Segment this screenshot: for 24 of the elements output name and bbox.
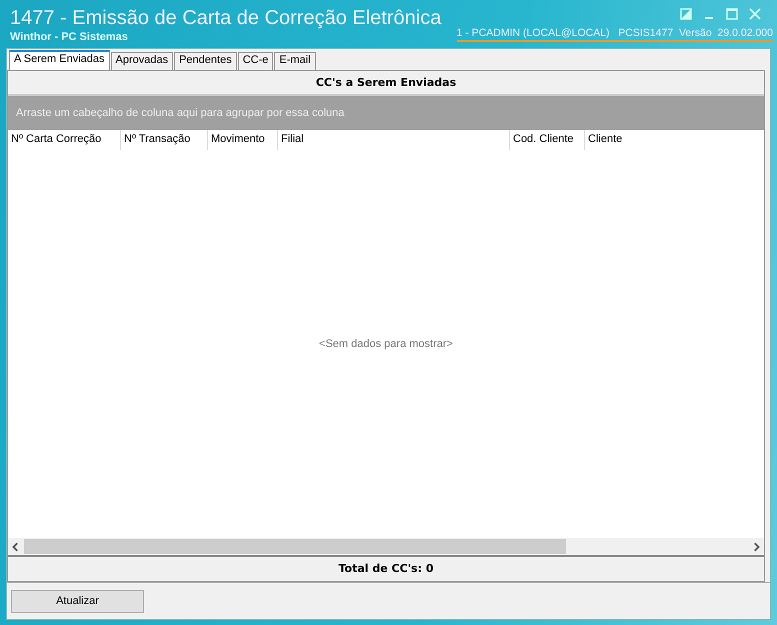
grid-title: CC's a Serem Enviadas <box>8 71 764 96</box>
maximize-icon[interactable] <box>726 8 738 20</box>
column-header[interactable]: Filial <box>278 130 510 150</box>
tab[interactable]: E-mail <box>274 52 316 70</box>
app-name: Winthor - PC Sistemas <box>10 31 129 43</box>
tab[interactable]: CC-e <box>238 52 274 70</box>
column-header[interactable]: Cod. Cliente <box>510 130 585 150</box>
column-header[interactable]: Nº Carta Correção <box>8 130 121 150</box>
empty-message: <Sem dados para mostrar> <box>319 338 453 350</box>
tab[interactable]: Aprovadas <box>110 52 174 70</box>
column-header[interactable]: Cliente <box>585 130 764 150</box>
total-count: Total de CC's: 0 <box>8 557 764 581</box>
theme-icon[interactable] <box>680 8 692 20</box>
close-icon[interactable] <box>749 8 761 20</box>
scroll-thumb[interactable] <box>24 539 566 554</box>
tab[interactable]: A Serem Enviadas <box>9 50 110 70</box>
group-hint: Arraste um cabeçalho de coluna aqui para agrupar por essa coluna <box>16 107 344 119</box>
column-header[interactable]: Nº Transação <box>121 130 208 150</box>
window-title: 1477 - Emissão de Carta de Correção Eletrônica <box>10 6 442 30</box>
session-info: 1 - PCADMIN (LOCAL@LOCAL) PCSIS1477 Versão 29.0.02.000 <box>456 22 773 42</box>
horizontal-scrollbar[interactable] <box>8 538 764 557</box>
refresh-button[interactable]: Atualizar <box>11 590 144 612</box>
column-header[interactable]: Movimento <box>208 130 278 150</box>
tab[interactable]: Pendentes <box>174 52 237 70</box>
